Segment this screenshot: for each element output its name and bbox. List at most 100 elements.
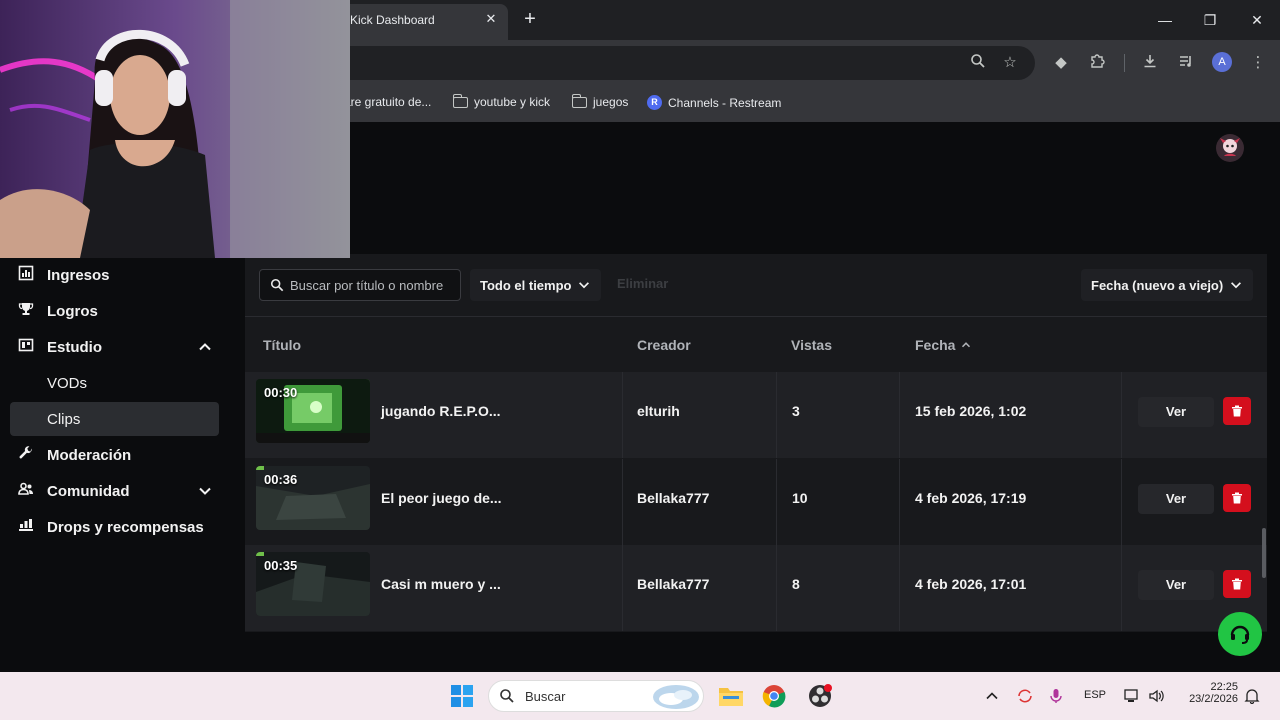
clip-title[interactable]: El peor juego de...: [381, 490, 502, 506]
bookmark-label: are gratuito de...: [344, 95, 432, 109]
sidebar-item-estudio[interactable]: Estudio: [10, 330, 219, 364]
trash-icon: [1232, 578, 1242, 590]
download-icon[interactable]: [1140, 53, 1160, 73]
clip-duration: 00:36: [264, 472, 298, 487]
delete-clip-button[interactable]: [1223, 397, 1251, 425]
trophy-icon: [16, 301, 36, 321]
column-divider: [622, 545, 623, 631]
scrollbar-thumb[interactable]: [1262, 528, 1266, 578]
sidebar-item-label: Comunidad: [47, 482, 130, 500]
bookmark-label: Channels - Restream: [668, 95, 782, 110]
help-chat-button[interactable]: [1218, 612, 1262, 656]
webcam-image: [0, 0, 350, 258]
clip-views: 8: [792, 576, 800, 592]
column-header-date[interactable]: Fecha: [915, 337, 973, 353]
taskbar-search-placeholder: Buscar: [525, 688, 566, 704]
media-control-icon[interactable]: [1176, 53, 1196, 73]
chevron-down-icon: [1231, 282, 1242, 289]
bookmark-folder-youtube[interactable]: youtube y kick: [452, 93, 550, 109]
column-divider: [899, 545, 900, 631]
clip-views: 3: [792, 403, 800, 419]
sort-asc-icon: [962, 342, 971, 348]
clips-panel: Buscar por título o nombre Todo el tiemp…: [245, 254, 1267, 632]
people-icon: [16, 481, 36, 501]
zoom-icon[interactable]: [968, 53, 988, 73]
sidebar-item-clips[interactable]: Clips: [10, 402, 219, 436]
browser-tab[interactable]: Kick Dashboard ✕: [340, 4, 508, 40]
clip-title[interactable]: jugando R.E.P.O...: [381, 403, 501, 419]
clip-creator[interactable]: Bellaka777: [637, 490, 709, 506]
clip-thumbnail[interactable]: 00:35: [256, 552, 370, 616]
studio-icon: [16, 337, 36, 357]
view-clip-button[interactable]: Ver: [1138, 397, 1214, 427]
clip-thumbnail[interactable]: 00:30: [256, 379, 370, 443]
bookmark-restream[interactable]: R Channels - Restream: [647, 95, 781, 110]
volume-icon[interactable]: [1148, 688, 1166, 709]
sidebar-item-label: Drops y recompensas: [47, 518, 204, 536]
sort-dropdown[interactable]: Fecha (nuevo a viejo): [1081, 269, 1254, 301]
dashboard-sidebar: Ingresos Logros Estudio VODs Clips Moder…: [0, 254, 232, 672]
column-divider: [776, 545, 777, 631]
network-icon[interactable]: [1124, 688, 1142, 709]
sidebar-item-logros[interactable]: Logros: [10, 294, 219, 328]
delete-selected-button[interactable]: Eliminar: [617, 276, 668, 291]
user-avatar[interactable]: [1216, 134, 1244, 162]
file-explorer-icon[interactable]: [718, 684, 744, 708]
sidebar-item-drops[interactable]: Drops y recompensas: [10, 510, 219, 544]
divider: [245, 316, 1267, 317]
column-header-title[interactable]: Título: [263, 337, 301, 353]
bookmark-folder-juegos[interactable]: juegos: [571, 93, 628, 109]
clip-date: 4 feb 2026, 17:01: [915, 576, 1027, 592]
bookmark-item[interactable]: are gratuito de...: [344, 95, 431, 109]
obs-icon[interactable]: [808, 684, 832, 708]
windows-start-icon[interactable]: [450, 684, 474, 708]
search-highlight-image: [653, 685, 699, 709]
column-header-views[interactable]: Vistas: [791, 337, 832, 353]
clip-creator[interactable]: elturih: [637, 403, 680, 419]
time-range-label: Todo el tiempo: [480, 277, 572, 293]
clip-thumbnail[interactable]: 00:36: [256, 466, 370, 530]
notifications-bell-icon[interactable]: [1244, 688, 1260, 709]
sidebar-item-ingresos[interactable]: Ingresos: [10, 258, 219, 292]
column-header-creator[interactable]: Creador: [637, 337, 691, 353]
view-clip-button[interactable]: Ver: [1138, 484, 1214, 514]
sync-icon[interactable]: [1016, 688, 1034, 709]
more-menu-icon[interactable]: ⋮: [1248, 53, 1268, 73]
table-row: 00:35 Casi m muero y ... Bellaka777 8 4 …: [245, 545, 1267, 631]
language-indicator[interactable]: ESP: [1084, 689, 1106, 701]
extension-diamond-icon[interactable]: ◆: [1051, 53, 1071, 73]
window-close-button[interactable]: ✕: [1245, 8, 1269, 32]
extensions-puzzle-icon[interactable]: [1087, 53, 1107, 73]
clip-views: 10: [792, 490, 808, 506]
microphone-icon[interactable]: [1048, 688, 1064, 709]
minimize-button[interactable]: —: [1153, 8, 1177, 32]
restore-button[interactable]: ❐: [1198, 8, 1222, 32]
search-placeholder: Buscar por título o nombre: [290, 277, 444, 293]
tray-chevron-up-icon[interactable]: [984, 688, 1000, 709]
sidebar-item-label: VODs: [47, 374, 88, 392]
headset-icon: [1230, 625, 1250, 644]
taskbar-search-input[interactable]: Buscar: [488, 680, 704, 712]
tab-close-icon[interactable]: ✕: [482, 10, 500, 28]
wrench-icon: [16, 445, 36, 465]
delete-clip-button[interactable]: [1223, 570, 1251, 598]
view-clip-button[interactable]: Ver: [1138, 570, 1214, 600]
clip-title[interactable]: Casi m muero y ...: [381, 576, 501, 592]
delete-clip-button[interactable]: [1223, 484, 1251, 512]
sidebar-item-vods[interactable]: VODs: [10, 366, 219, 400]
column-divider: [622, 459, 623, 545]
sidebar-item-label: Moderación: [47, 446, 132, 464]
clips-search-input[interactable]: Buscar por título o nombre: [259, 269, 461, 301]
new-tab-button[interactable]: +: [520, 9, 540, 29]
time-range-dropdown[interactable]: Todo el tiempo: [470, 269, 602, 301]
clock[interactable]: 22:25 23/2/2026: [1178, 681, 1238, 705]
search-icon: [500, 689, 514, 703]
column-divider: [899, 372, 900, 458]
chrome-icon[interactable]: [762, 684, 786, 708]
clip-creator[interactable]: Bellaka777: [637, 576, 709, 592]
sidebar-item-moderacion[interactable]: Moderación: [10, 438, 219, 472]
chevron-down-icon: [199, 487, 211, 495]
sidebar-item-comunidad[interactable]: Comunidad: [10, 474, 219, 508]
profile-avatar[interactable]: A: [1212, 52, 1232, 72]
bookmark-star-icon[interactable]: ☆: [1000, 53, 1020, 73]
